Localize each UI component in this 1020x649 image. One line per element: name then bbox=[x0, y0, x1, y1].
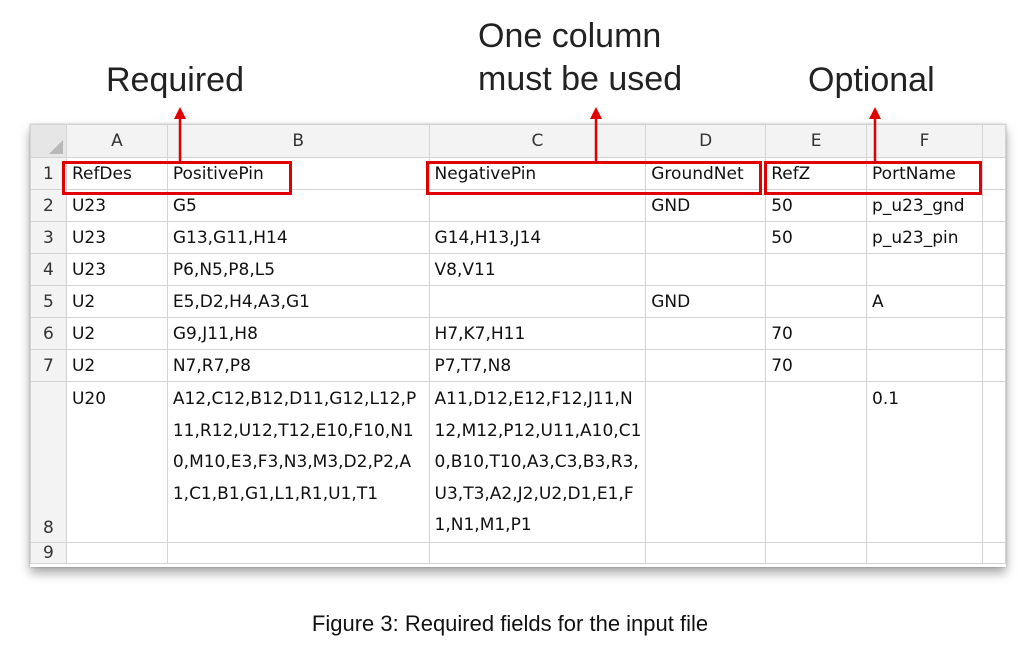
cell[interactable] bbox=[981, 285, 1006, 318]
cell[interactable] bbox=[981, 221, 1006, 254]
cell[interactable]: P7,T7,N8 bbox=[428, 349, 647, 382]
column-header-b[interactable]: B bbox=[166, 124, 430, 158]
cell[interactable]: G9,J11,H8 bbox=[166, 317, 430, 350]
cell[interactable]: A12,C12,B12,D11,G12,L12,P11,R12,U12,T12,… bbox=[166, 381, 430, 543]
cell[interactable] bbox=[428, 541, 647, 564]
optional-label: Optional bbox=[808, 61, 935, 99]
select-all-corner[interactable] bbox=[30, 124, 67, 158]
cell[interactable] bbox=[645, 317, 767, 350]
figure-caption: Figure 3: Required fields for the input … bbox=[311, 611, 709, 636]
cell[interactable]: E5,D2,H4,A3,G1 bbox=[166, 285, 430, 318]
select-all-icon bbox=[48, 140, 63, 154]
cell[interactable] bbox=[981, 157, 1006, 190]
cell[interactable]: G5 bbox=[166, 189, 430, 222]
cell[interactable]: G14,H13,J14 bbox=[428, 221, 647, 254]
cell[interactable]: p_u23_gnd bbox=[866, 189, 983, 222]
column-header-f[interactable]: F bbox=[866, 124, 983, 158]
cell[interactable] bbox=[866, 541, 983, 564]
row-header[interactable]: 8 bbox=[30, 381, 67, 543]
cell[interactable]: 0.1 bbox=[866, 381, 983, 543]
cell[interactable] bbox=[866, 253, 983, 286]
cell[interactable]: p_u23_pin bbox=[866, 221, 983, 254]
column-header-a[interactable]: A bbox=[65, 124, 168, 158]
table-row: 8 U20 A12,C12,B12,D11,G12,L12,P11,R12,U1… bbox=[30, 381, 1006, 543]
cell[interactable] bbox=[765, 541, 868, 564]
one-column-label: One column must be used bbox=[478, 15, 682, 101]
table-row: 7 U2 N7,R7,P8 P7,T7,N8 70 bbox=[30, 349, 1006, 382]
cell[interactable]: U23 bbox=[65, 253, 168, 286]
cell[interactable] bbox=[981, 317, 1006, 350]
cell[interactable]: U23 bbox=[65, 221, 168, 254]
cell[interactable] bbox=[765, 381, 868, 543]
cell[interactable]: GroundNet bbox=[645, 157, 767, 190]
cell[interactable] bbox=[981, 541, 1006, 564]
cell[interactable] bbox=[981, 253, 1006, 286]
cell[interactable]: 70 bbox=[765, 317, 868, 350]
row-header[interactable]: 1 bbox=[30, 157, 67, 190]
table-row: 2 U23 G5 GND 50 p_u23_gnd bbox=[30, 189, 1006, 222]
cell[interactable]: G13,G11,H14 bbox=[166, 221, 430, 254]
spreadsheet-grid: A B C D E F 1 RefDes PositivePin Negativ… bbox=[30, 124, 1006, 564]
cell[interactable]: A bbox=[866, 285, 983, 318]
cell[interactable]: U2 bbox=[65, 317, 168, 350]
cell[interactable] bbox=[866, 317, 983, 350]
cell[interactable]: GND bbox=[645, 285, 767, 318]
column-header-c[interactable]: C bbox=[428, 124, 647, 158]
cell[interactable]: 70 bbox=[765, 349, 868, 382]
table-row: 1 RefDes PositivePin NegativePin GroundN… bbox=[30, 157, 1006, 190]
cell[interactable] bbox=[765, 285, 868, 318]
cell[interactable]: RefDes bbox=[65, 157, 168, 190]
cell[interactable] bbox=[428, 189, 647, 222]
cell[interactable]: U20 bbox=[65, 381, 168, 543]
table-row: 5 U2 E5,D2,H4,A3,G1 GND A bbox=[30, 285, 1006, 318]
table-row: 6 U2 G9,J11,H8 H7,K7,H11 70 bbox=[30, 317, 1006, 350]
one-column-label-line1: One column bbox=[478, 17, 662, 55]
cell[interactable] bbox=[981, 349, 1006, 382]
cell[interactable]: RefZ bbox=[765, 157, 868, 190]
cell[interactable]: NegativePin bbox=[428, 157, 647, 190]
cell[interactable] bbox=[866, 349, 983, 382]
column-header-d[interactable]: D bbox=[645, 124, 767, 158]
row-header[interactable]: 3 bbox=[30, 221, 67, 254]
cell[interactable] bbox=[981, 381, 1006, 543]
column-header-e[interactable]: E bbox=[765, 124, 868, 158]
cell[interactable] bbox=[765, 253, 868, 286]
cell[interactable]: V8,V11 bbox=[428, 253, 647, 286]
column-header-g[interactable] bbox=[981, 124, 1006, 158]
spreadsheet: A B C D E F 1 RefDes PositivePin Negativ… bbox=[30, 124, 1006, 567]
cell[interactable]: U23 bbox=[65, 189, 168, 222]
cell[interactable] bbox=[428, 285, 647, 318]
row-header[interactable]: 2 bbox=[30, 189, 67, 222]
table-row: 3 U23 G13,G11,H14 G14,H13,J14 50 p_u23_p… bbox=[30, 221, 1006, 254]
cell[interactable] bbox=[645, 381, 767, 543]
row-header[interactable]: 7 bbox=[30, 349, 67, 382]
cell[interactable]: 50 bbox=[765, 189, 868, 222]
cell[interactable] bbox=[645, 221, 767, 254]
cell[interactable] bbox=[645, 349, 767, 382]
cell[interactable]: H7,K7,H11 bbox=[428, 317, 647, 350]
row-header[interactable]: 4 bbox=[30, 253, 67, 286]
cell[interactable]: P6,N5,P8,L5 bbox=[166, 253, 430, 286]
cell[interactable] bbox=[981, 189, 1006, 222]
required-label: Required bbox=[106, 61, 244, 99]
cell[interactable]: GND bbox=[645, 189, 767, 222]
cell[interactable] bbox=[65, 541, 168, 564]
cell[interactable]: PositivePin bbox=[166, 157, 430, 190]
cell[interactable]: PortName bbox=[866, 157, 983, 190]
row-header[interactable]: 9 bbox=[30, 541, 67, 564]
cell[interactable]: A11,D12,E12,F12,J11,N12,M12,P12,U11,A10,… bbox=[428, 381, 647, 543]
one-column-label-line2: must be used bbox=[478, 60, 683, 98]
cell[interactable]: U2 bbox=[65, 349, 168, 382]
table-row: 4 U23 P6,N5,P8,L5 V8,V11 bbox=[30, 253, 1006, 286]
row-header[interactable]: 5 bbox=[30, 285, 67, 318]
cell[interactable] bbox=[645, 541, 767, 564]
cell[interactable]: U2 bbox=[65, 285, 168, 318]
row-header[interactable]: 6 bbox=[30, 317, 67, 350]
table-row: 9 bbox=[30, 541, 1006, 564]
cell[interactable] bbox=[166, 541, 430, 564]
cell[interactable] bbox=[645, 253, 767, 286]
cell[interactable]: 50 bbox=[765, 221, 868, 254]
cell[interactable]: N7,R7,P8 bbox=[166, 349, 430, 382]
